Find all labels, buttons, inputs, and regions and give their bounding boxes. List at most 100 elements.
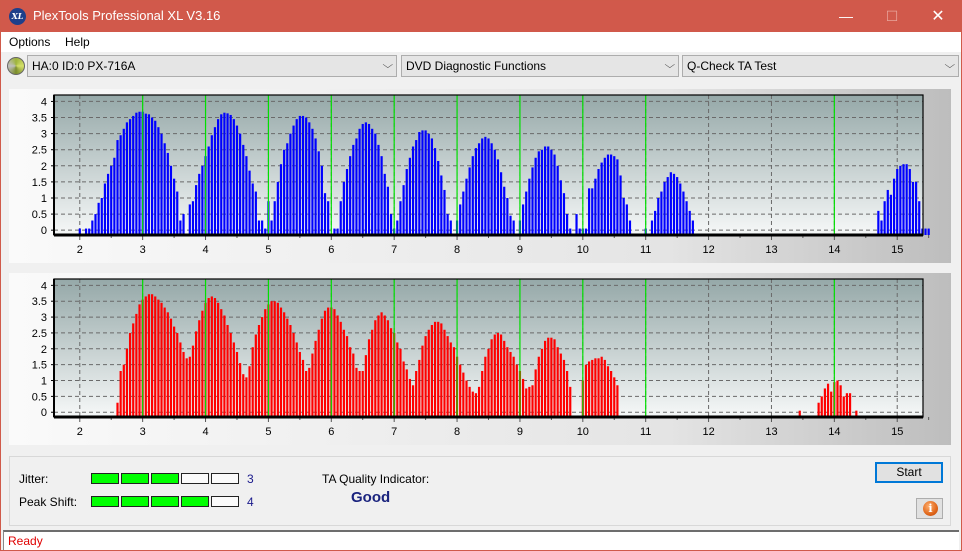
bar — [657, 197, 660, 235]
bar — [292, 125, 295, 235]
bar — [531, 385, 534, 417]
x-tick-label: 7 — [391, 244, 397, 256]
bar — [169, 165, 173, 235]
bar — [223, 315, 226, 417]
bar — [610, 154, 613, 235]
bar — [229, 332, 232, 417]
bar — [358, 128, 361, 235]
bar — [521, 378, 525, 417]
bar — [594, 178, 597, 235]
y-tick-label: 3 — [41, 312, 47, 324]
bar — [408, 157, 412, 235]
bar — [515, 364, 518, 417]
bar — [251, 183, 254, 235]
menu-options[interactable]: Options — [9, 35, 50, 49]
bar — [525, 191, 528, 235]
start-button[interactable]: Start — [875, 462, 943, 483]
bar — [119, 371, 122, 417]
bar — [147, 294, 151, 417]
bar — [301, 115, 305, 235]
bar — [924, 228, 927, 235]
bar — [182, 214, 185, 235]
bar — [132, 115, 135, 235]
bar — [487, 348, 490, 417]
bar — [327, 307, 330, 417]
x-tick-label: 5 — [265, 426, 271, 438]
drive-select[interactable]: HA:0 ID:0 PX-716A ⌵ — [27, 55, 397, 77]
test-select[interactable]: Q-Check TA Test ⌵ — [682, 55, 959, 77]
bar — [179, 342, 182, 417]
x-tick-label: 11 — [640, 426, 651, 438]
bar — [411, 385, 415, 417]
minimize-button[interactable]: — — [823, 1, 869, 32]
bar — [386, 320, 389, 417]
bar — [471, 156, 474, 235]
bar — [484, 136, 487, 235]
bar — [911, 181, 915, 235]
bar — [459, 364, 462, 417]
bar — [575, 214, 578, 235]
bar — [411, 146, 415, 235]
bar — [493, 149, 496, 235]
bar — [264, 309, 267, 417]
bar — [305, 371, 308, 417]
menu-help[interactable]: Help — [65, 35, 90, 49]
bar — [889, 194, 893, 235]
bar — [283, 149, 286, 235]
bar — [106, 173, 110, 235]
bar — [880, 220, 883, 235]
bar — [317, 151, 320, 235]
function-select[interactable]: DVD Diagnostic Functions ⌵ — [401, 55, 679, 77]
jitter-meter-segment — [181, 473, 209, 484]
bar — [298, 351, 301, 417]
bar — [220, 309, 223, 417]
bar — [352, 144, 355, 235]
bar — [298, 115, 301, 235]
x-tick-label: 12 — [702, 244, 714, 256]
bar — [154, 296, 157, 417]
bar — [191, 345, 195, 417]
bar — [528, 178, 531, 235]
bar — [606, 154, 610, 235]
info-button[interactable]: i — [916, 498, 943, 519]
function-select-value: DVD Diagnostic Functions — [406, 59, 547, 73]
bar — [349, 347, 352, 417]
bar — [188, 204, 191, 235]
peak-shift-meter-segment — [121, 496, 149, 507]
bar — [157, 299, 160, 417]
bar — [292, 332, 295, 417]
bar — [443, 189, 446, 235]
bar — [402, 185, 405, 235]
x-tick-label: 12 — [702, 426, 714, 438]
bar — [503, 186, 506, 235]
bar — [556, 165, 559, 235]
bar — [311, 353, 314, 417]
bar — [591, 188, 594, 235]
y-tick-label: 2.5 — [32, 145, 47, 157]
bar — [848, 393, 852, 417]
bar — [845, 393, 849, 417]
bar — [503, 340, 506, 417]
bar — [603, 359, 606, 417]
jitter-meter-segment — [151, 473, 179, 484]
bar — [547, 337, 550, 417]
bar — [128, 332, 132, 417]
bar — [399, 201, 402, 235]
bar — [217, 302, 220, 417]
bar — [493, 334, 496, 417]
bar — [257, 325, 261, 417]
close-button[interactable]: ✕ — [915, 1, 961, 32]
bar — [122, 128, 125, 235]
peak-shift-value: 4 — [247, 495, 254, 509]
bar — [402, 361, 405, 417]
bar — [600, 356, 603, 417]
bar — [235, 125, 239, 235]
bar — [226, 113, 229, 235]
bar — [892, 178, 896, 235]
x-tick-label: 15 — [891, 426, 903, 438]
maximize-button[interactable]: ☐ — [869, 1, 915, 32]
bar — [399, 348, 402, 417]
bar — [245, 377, 248, 417]
bar — [323, 193, 327, 235]
bar — [386, 186, 389, 235]
